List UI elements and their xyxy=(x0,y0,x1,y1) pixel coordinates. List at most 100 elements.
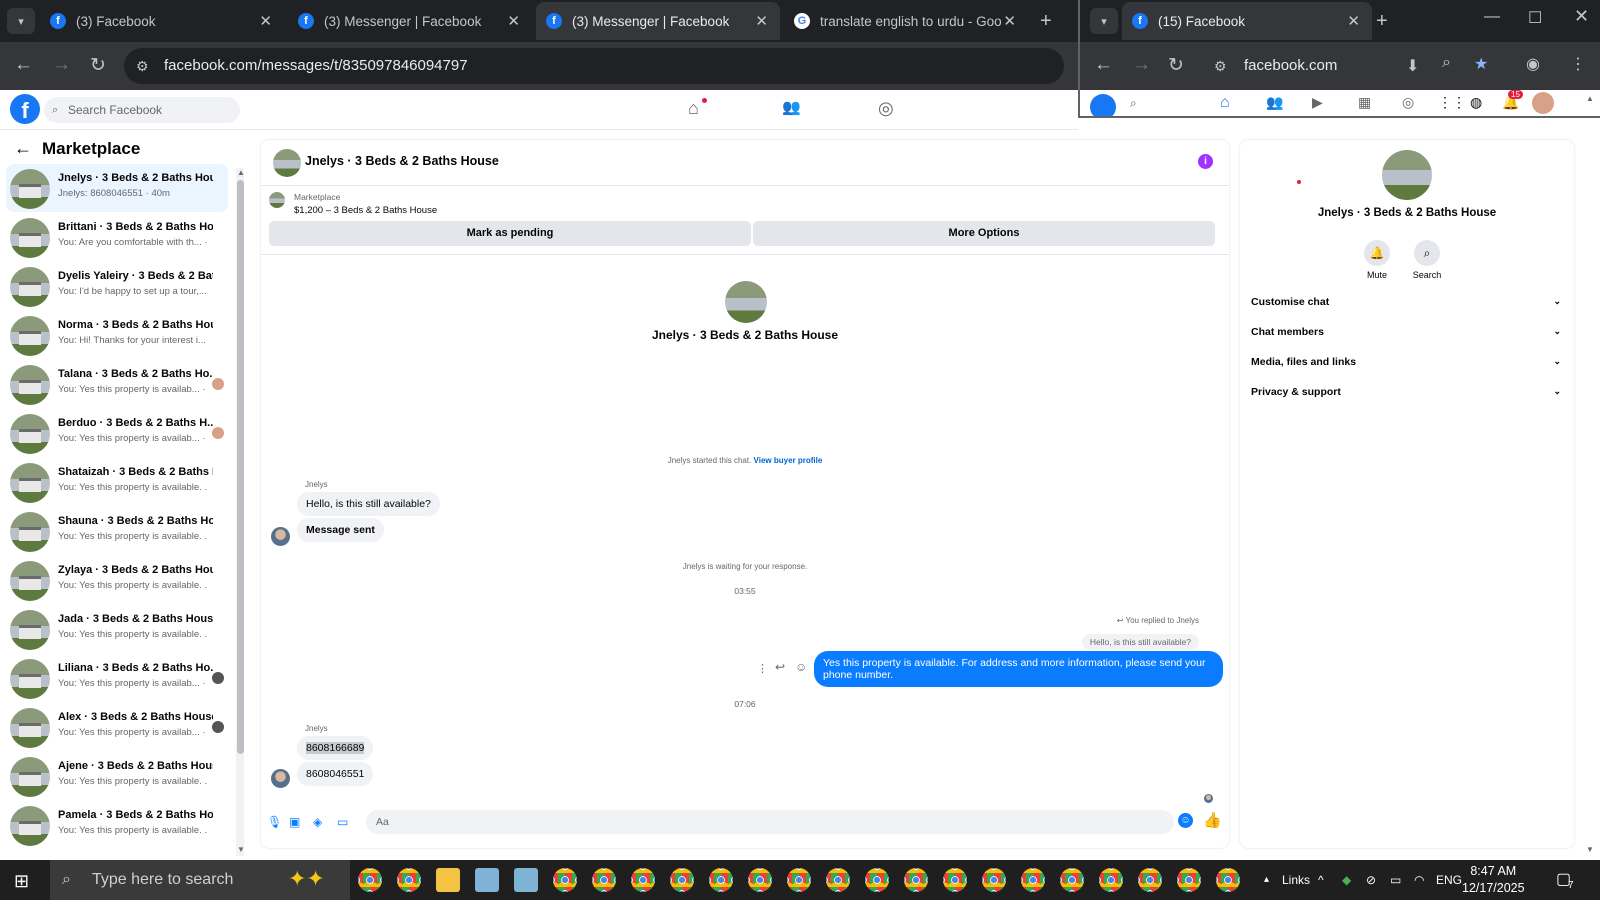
minimize-icon[interactable]: — xyxy=(1484,8,1500,26)
battery-icon[interactable]: ▭ xyxy=(1390,860,1401,900)
marketplace-icon[interactable]: ▦ xyxy=(1358,94,1371,111)
view-buyer-profile-link[interactable]: View buyer profile xyxy=(754,456,823,465)
my-message-bubble[interactable]: Yes this property is available. For addr… xyxy=(814,651,1223,687)
messenger-icon[interactable]: ◍ xyxy=(1470,94,1482,111)
chrome-icon[interactable] xyxy=(1060,868,1084,892)
windows-start-icon[interactable]: ⊞ xyxy=(14,871,29,892)
chevron-up-icon[interactable]: ^ xyxy=(1318,860,1324,900)
bookmark-star-icon[interactable]: ★ xyxy=(1474,54,1488,74)
scroll-down-icon[interactable]: ▼ xyxy=(1586,845,1594,854)
conversation-item[interactable]: Shauna · 3 Beds & 2 Baths House You: Yes … xyxy=(6,507,228,555)
scrollbar[interactable] xyxy=(236,168,244,856)
links-label[interactable]: Links xyxy=(1282,860,1310,900)
listing-thumbnail[interactable] xyxy=(269,192,285,208)
chrome-icon[interactable] xyxy=(553,868,577,892)
tab-facebook-2[interactable]: f (15) Facebook ✕ xyxy=(1122,2,1372,40)
chrome-icon[interactable] xyxy=(982,868,1006,892)
show-hidden-icon[interactable]: ▴ xyxy=(1264,860,1269,900)
conversation-item[interactable]: Brittani · 3 Beds & 2 Baths House You: Ar… xyxy=(6,213,228,261)
chrome-icon[interactable] xyxy=(631,868,655,892)
facebook-logo-icon[interactable] xyxy=(1090,94,1116,116)
sender-avatar[interactable] xyxy=(271,527,290,546)
tab-search-button[interactable]: ▾ xyxy=(7,8,35,34)
back-icon[interactable]: ← xyxy=(14,54,33,76)
scrollbar-thumb[interactable] xyxy=(237,180,244,754)
close-icon[interactable]: ✕ xyxy=(1347,12,1360,30)
sticker-icon[interactable]: ◈ xyxy=(313,815,322,829)
network-off-icon[interactable]: ⊘ xyxy=(1366,860,1376,900)
conversation-item[interactable]: Zylaya · 3 Beds & 2 Baths House You: Yes … xyxy=(6,556,228,604)
buyer-avatar[interactable] xyxy=(725,281,767,323)
more-actions-icon[interactable]: ⋮ xyxy=(757,662,768,675)
microphone-icon[interactable]: 🎙 xyxy=(267,815,282,829)
mark-pending-button[interactable]: Mark as pending xyxy=(269,221,751,246)
chrome-icon[interactable] xyxy=(748,868,772,892)
menu-grid-icon[interactable]: ⋮⋮ xyxy=(1438,94,1466,111)
security-icon[interactable]: ◆ xyxy=(1342,860,1351,900)
section-customise-chat[interactable]: Customise chat ⌄ xyxy=(1251,296,1561,308)
conversation-item[interactable]: Pamela · 3 Beds & 2 Baths House You: Yes … xyxy=(6,801,228,849)
conversation-item[interactable]: Talana · 3 Beds & 2 Baths Ho... You: Yes … xyxy=(6,360,228,408)
address-bar-2[interactable]: ⚙ facebook.com xyxy=(1204,48,1464,84)
chrome-icon[interactable] xyxy=(397,868,421,892)
avatar[interactable] xyxy=(1532,92,1554,114)
new-tab-icon[interactable]: + xyxy=(1040,10,1052,33)
chrome-icon[interactable] xyxy=(865,868,889,892)
back-arrow-icon[interactable]: ← xyxy=(14,138,32,159)
info-icon[interactable]: i xyxy=(1198,154,1213,169)
details-avatar[interactable] xyxy=(1382,150,1432,200)
reply-icon[interactable]: ↩ xyxy=(775,660,785,674)
groups-icon[interactable]: ◎ xyxy=(1402,94,1414,111)
message-bubble[interactable]: Hello, is this still available? xyxy=(297,492,440,516)
chrome-icon[interactable] xyxy=(1021,868,1045,892)
sender-avatar[interactable] xyxy=(271,769,290,788)
groups-icon[interactable]: ◎ xyxy=(878,98,894,119)
search-button[interactable]: ⌕ Search xyxy=(1397,240,1457,280)
message-bubble[interactable]: 8608046551 xyxy=(297,762,374,786)
conversation-item[interactable]: Jnelys · 3 Beds & 2 Baths House Jnelys: 8… xyxy=(6,164,228,212)
close-icon[interactable]: ✕ xyxy=(507,12,520,30)
chrome-icon[interactable] xyxy=(358,868,382,892)
message-bubble[interactable]: Message sent xyxy=(297,518,384,542)
window-close-icon[interactable]: ✕ xyxy=(1574,6,1589,27)
site-settings-icon[interactable]: ⚙ xyxy=(136,48,149,84)
video-icon[interactable]: ▶ xyxy=(1312,94,1323,111)
conversation-item[interactable]: Jada · 3 Beds & 2 Baths House You: Yes th… xyxy=(6,605,228,653)
profile-icon[interactable]: ◉ xyxy=(1526,54,1540,74)
chrome-icon[interactable] xyxy=(1216,868,1240,892)
section-chat-members[interactable]: Chat members ⌄ xyxy=(1251,326,1561,338)
reload-icon[interactable]: ↻ xyxy=(90,54,106,77)
section-privacy-support[interactable]: Privacy & support ⌄ xyxy=(1251,386,1561,398)
site-settings-icon[interactable]: ⚙ xyxy=(1214,48,1227,84)
chat-avatar[interactable] xyxy=(273,149,301,177)
image-icon[interactable]: ▣ xyxy=(289,815,300,829)
new-tab-icon[interactable]: + xyxy=(1376,10,1388,33)
back-icon[interactable]: ← xyxy=(1094,54,1113,76)
tab-google[interactable]: G translate english to urdu - Goo ✕ xyxy=(784,6,1028,36)
clock[interactable]: 8:47 AM 12/17/2025 xyxy=(1462,863,1525,897)
maximize-icon[interactable]: ☐ xyxy=(1528,8,1542,28)
chrome-icon[interactable] xyxy=(787,868,811,892)
search-input[interactable]: ⌕ Search Facebook xyxy=(44,97,240,123)
chrome-icon[interactable] xyxy=(904,868,928,892)
tab-facebook[interactable]: f (3) Facebook ✕ xyxy=(40,6,284,36)
section-media-files[interactable]: Media, files and links ⌄ xyxy=(1251,356,1561,368)
gif-icon[interactable]: ▭ xyxy=(337,815,348,829)
home-icon[interactable]: ⌂ xyxy=(688,98,699,119)
chrome-icon[interactable] xyxy=(943,868,967,892)
wifi-icon[interactable]: ◠ xyxy=(1414,860,1424,900)
file-explorer-icon[interactable] xyxy=(436,868,460,892)
close-icon[interactable]: ✕ xyxy=(259,12,272,30)
reply-quote[interactable]: Hello, is this still available? xyxy=(1081,634,1199,650)
close-icon[interactable]: ✕ xyxy=(1003,12,1016,30)
sparkle-icon[interactable]: ✦✦ xyxy=(288,866,325,892)
chrome-icon[interactable] xyxy=(592,868,616,892)
app-icon[interactable] xyxy=(475,868,499,892)
home-icon[interactable]: ⌂ xyxy=(1220,94,1230,112)
conversation-item[interactable]: Liliana · 3 Beds & 2 Baths Ho... You: Yes… xyxy=(6,654,228,702)
conversation-item[interactable]: Ajene · 3 Beds & 2 Baths House You: Yes t… xyxy=(6,752,228,800)
conversation-item[interactable]: Alex · 3 Beds & 2 Baths House You: Yes th… xyxy=(6,703,228,751)
facebook-logo-icon[interactable]: f xyxy=(10,94,40,124)
friends-icon[interactable]: 👥 xyxy=(782,98,801,116)
scroll-up-icon[interactable]: ▲ xyxy=(237,168,245,177)
